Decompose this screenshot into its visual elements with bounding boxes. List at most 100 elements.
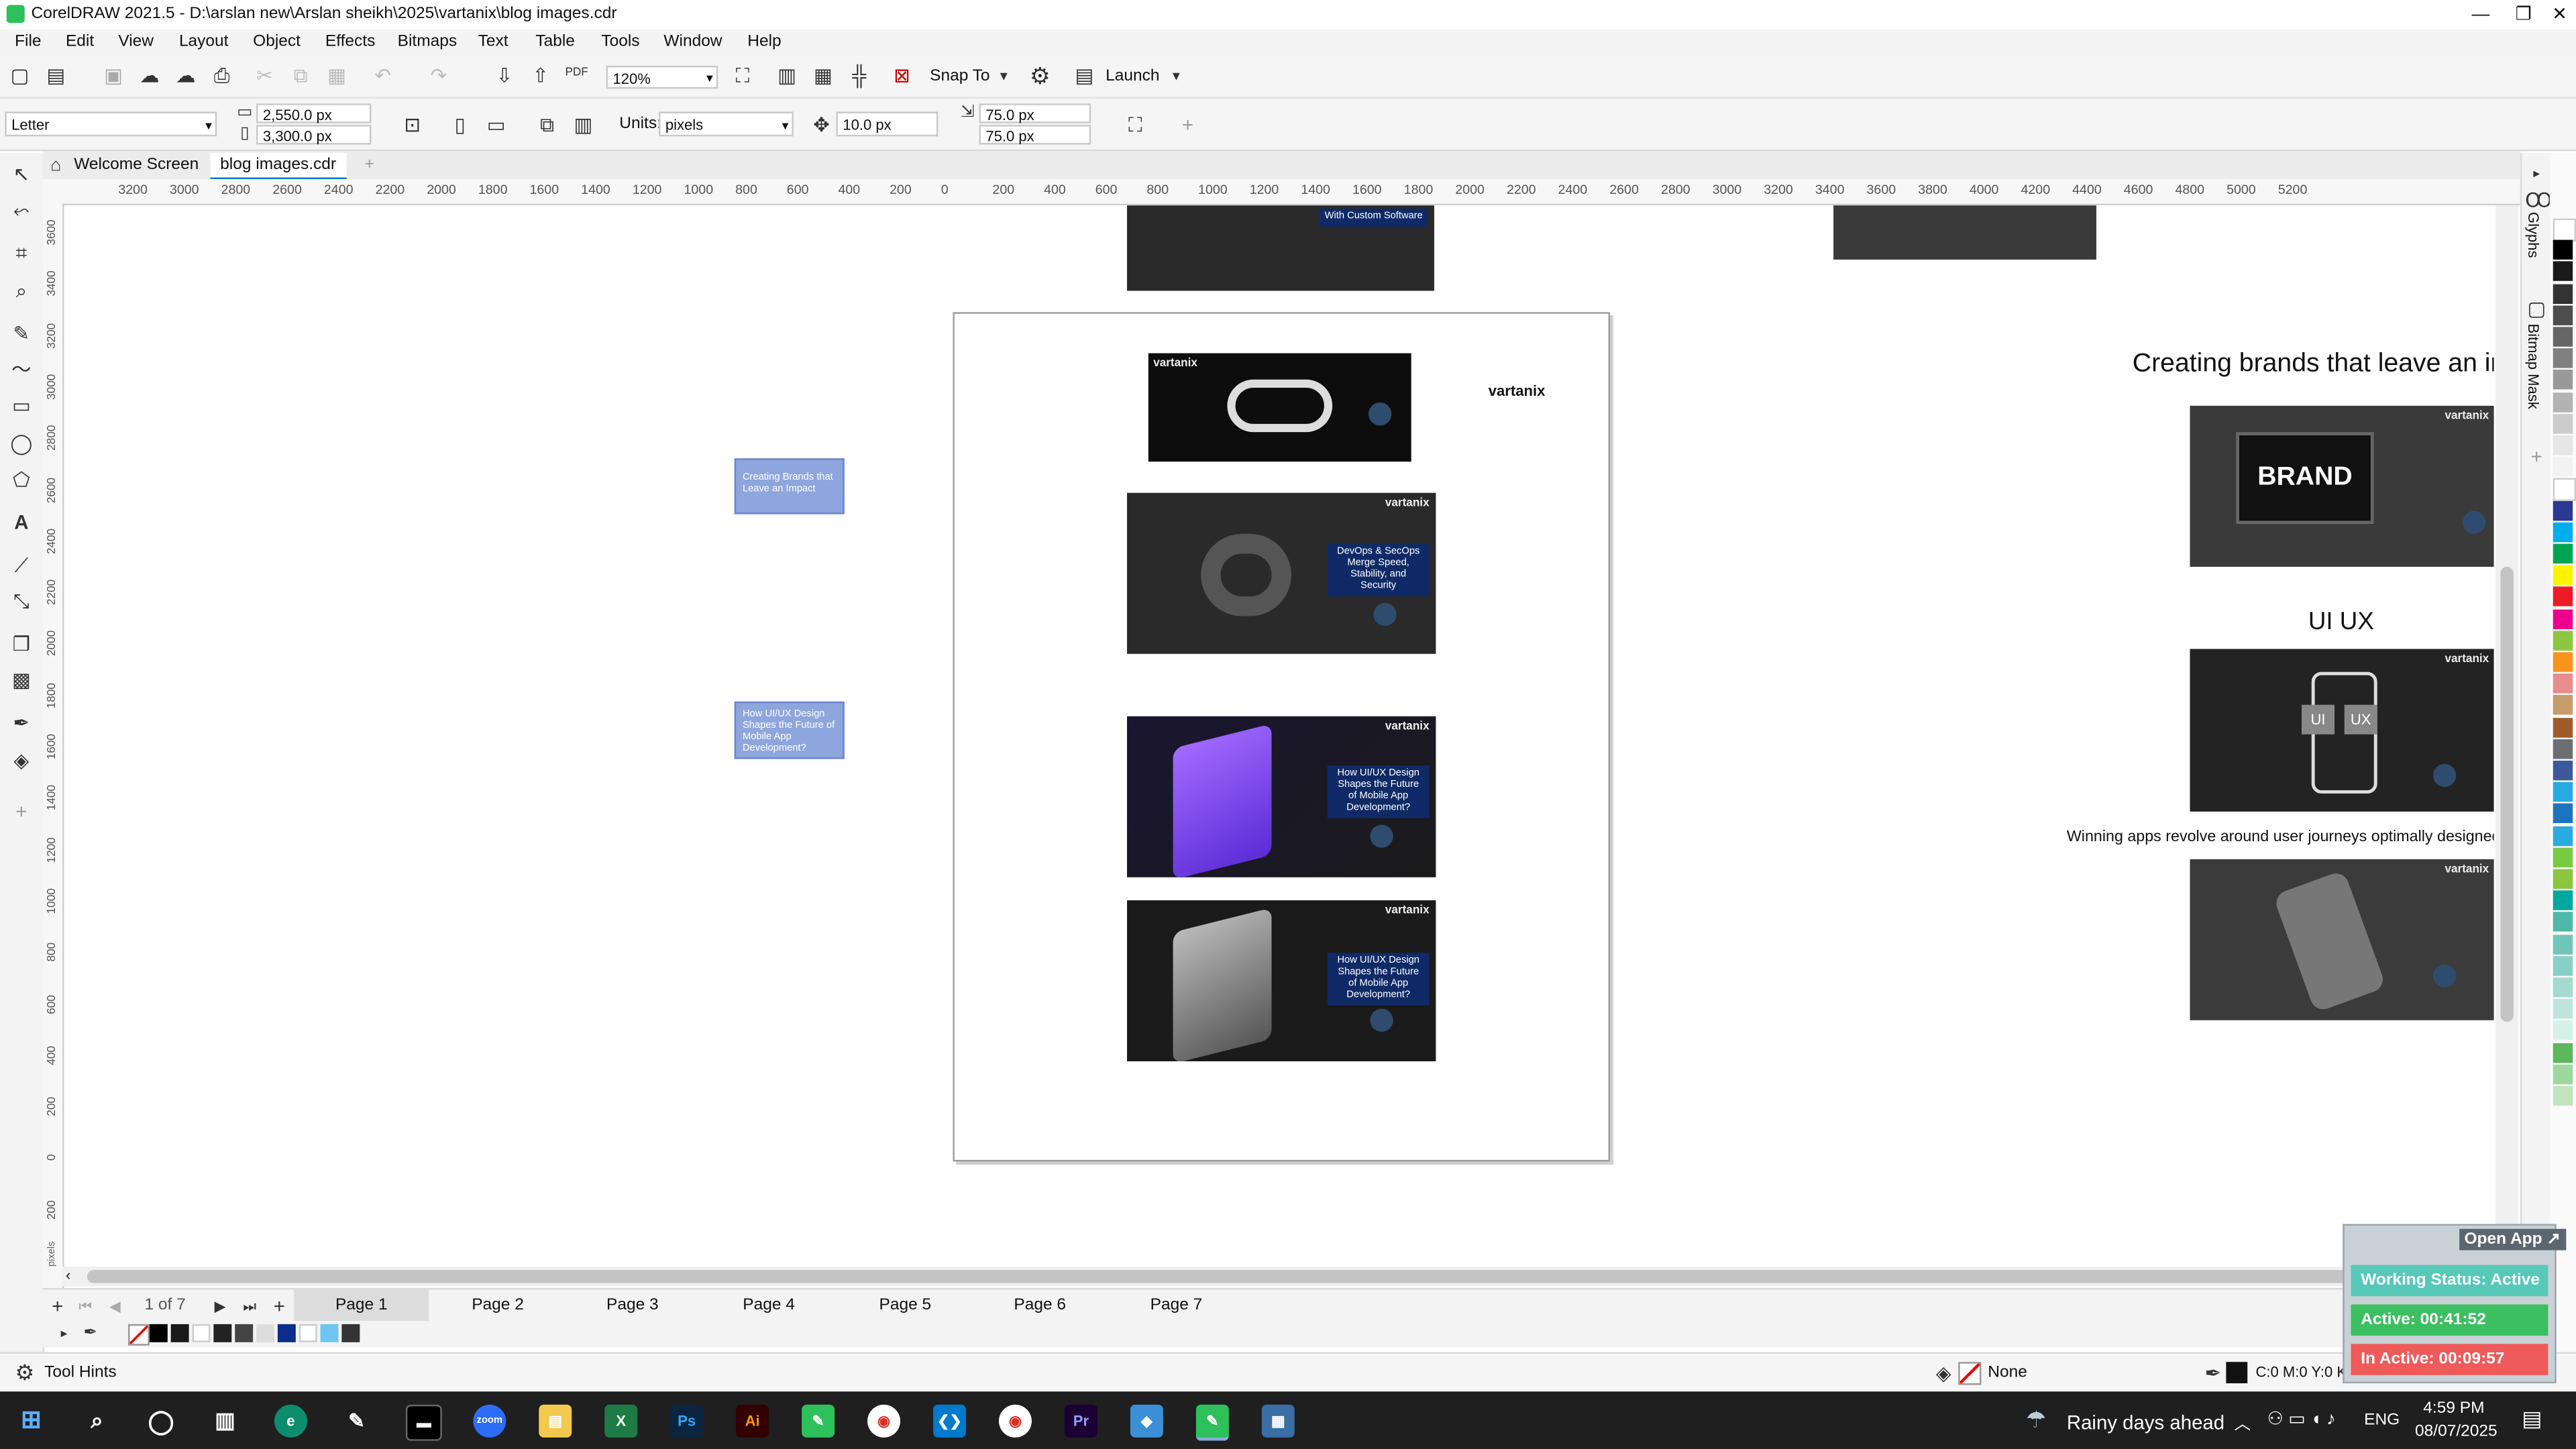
palette-swatch[interactable] <box>2553 435 2573 455</box>
illustrator-icon[interactable]: Ai <box>736 1404 769 1438</box>
show-guidelines-icon[interactable]: ╬ <box>848 64 871 87</box>
tool-hints-label[interactable]: Tool Hints <box>44 1364 117 1382</box>
tab-blog-images[interactable]: blog images.cdr <box>210 152 346 181</box>
ellipse-tool-icon[interactable]: ◯ <box>10 432 33 455</box>
cut-icon[interactable]: ✂ <box>253 64 276 87</box>
notifications-icon[interactable]: ▤ <box>2522 1406 2542 1432</box>
excel-icon[interactable]: X <box>604 1404 638 1438</box>
palette-swatch[interactable] <box>2553 1085 2573 1106</box>
vertical-scrollbar[interactable] <box>2496 205 2519 1267</box>
units-select[interactable]: pixels <box>659 111 794 138</box>
launch-icon[interactable]: ▤ <box>1073 64 1095 87</box>
page-width-input[interactable]: 2,550.0 px <box>256 103 372 123</box>
vertical-ruler[interactable]: 3600 3400 3200 3000 2800 2600 2400 2200 2000 1800… <box>42 203 64 1289</box>
launch-button[interactable]: Launch <box>1106 67 1159 85</box>
palette-swatch[interactable] <box>2553 370 2573 390</box>
bitmap-mask-tab[interactable]: Bitmap Mask <box>2525 323 2541 409</box>
page-image-infinity[interactable]: vartanix <box>1148 353 1411 462</box>
no-color-swatch[interactable] <box>128 1324 150 1346</box>
landscape-icon[interactable]: ▭ <box>484 113 507 136</box>
menu-file[interactable]: File <box>15 33 41 51</box>
app-image[interactable]: vartanix <box>2190 859 2494 1020</box>
zoom-icon[interactable]: zoom <box>473 1404 506 1438</box>
menu-view[interactable]: View <box>118 33 154 51</box>
zoom-tool-icon[interactable]: ⌕ <box>10 279 33 302</box>
terminal-icon[interactable]: ▬ <box>405 1404 442 1441</box>
menu-bitmaps[interactable]: Bitmaps <box>398 33 457 51</box>
palette-swatch[interactable] <box>2553 522 2573 542</box>
cloud-import-icon[interactable]: ☁ <box>138 64 161 87</box>
palette-swatch[interactable] <box>2553 457 2573 477</box>
palette-swatch[interactable] <box>2553 934 2573 954</box>
gear-icon[interactable]: ⚙ <box>1028 64 1051 87</box>
page-tab-4[interactable]: Page 4 <box>702 1289 837 1322</box>
palette-swatch[interactable] <box>2553 977 2573 998</box>
ruler-origin[interactable] <box>42 178 63 204</box>
glyphs-tab[interactable]: Glyphs <box>2525 212 2541 258</box>
redo-icon[interactable]: ↷ <box>427 64 450 87</box>
scroll-left-icon[interactable]: ‹ <box>66 1267 70 1283</box>
polygon-tool-icon[interactable]: ⬠ <box>10 468 33 491</box>
new-document-icon[interactable]: ▢ <box>8 64 31 87</box>
palette-swatch[interactable] <box>2553 283 2573 304</box>
palette-swatch[interactable] <box>2553 847 2573 867</box>
palette-swatch[interactable] <box>2553 1064 2573 1084</box>
clock-date[interactable]: 08/07/2025 <box>2415 1423 2498 1441</box>
doc-swatch[interactable] <box>256 1324 274 1342</box>
palette-swatch[interactable] <box>2553 327 2573 347</box>
open-folder-icon[interactable]: ▤ <box>44 64 67 87</box>
rectangle-tool-icon[interactable]: ▭ <box>10 394 33 417</box>
doc-swatch[interactable] <box>170 1324 189 1342</box>
new-tab-button[interactable]: + <box>355 153 384 178</box>
coreldraw-icon[interactable]: ✎ <box>802 1404 835 1438</box>
canvas-image-top[interactable]: With Custom Software <box>1127 205 1434 291</box>
page-image-uiux-color[interactable]: vartanix How UI/UX Design Shapes the Fut… <box>1127 716 1436 877</box>
color-palette[interactable] <box>2549 152 2576 1369</box>
canvas-image-top-right[interactable] <box>1833 205 2096 260</box>
show-grid-icon[interactable]: ▦ <box>812 64 835 87</box>
import-icon[interactable]: ⇩ <box>493 64 516 87</box>
palette-swatch[interactable] <box>2553 695 2573 716</box>
palette-swatch[interactable] <box>2553 652 2573 672</box>
page-image-uiux-mono[interactable]: vartanix How UI/UX Design Shapes the Fut… <box>1127 900 1436 1062</box>
coreldraw-active-icon[interactable]: ✎ <box>1195 1404 1229 1441</box>
premiere-icon[interactable]: Pr <box>1064 1404 1097 1438</box>
nudge-distance-input[interactable]: 10.0 px <box>836 111 938 137</box>
palette-swatch[interactable] <box>2553 739 2573 759</box>
vertical-scroll-thumb[interactable] <box>2500 566 2514 1022</box>
pen-app-icon[interactable]: ✎ <box>340 1405 373 1438</box>
doc-swatch[interactable] <box>235 1324 254 1342</box>
palette-swatch[interactable] <box>2553 608 2573 629</box>
doc-swatch[interactable] <box>299 1324 317 1342</box>
doc-swatch[interactable] <box>149 1324 168 1342</box>
copy-icon[interactable]: ⧉ <box>289 64 312 87</box>
treat-as-filled-icon[interactable]: ⛶ <box>1124 113 1146 136</box>
interactive-fill-icon[interactable]: ◈ <box>10 749 33 772</box>
menu-table[interactable]: Table <box>535 33 575 51</box>
print-icon[interactable]: ⎙ <box>210 64 233 87</box>
add-page-before-icon[interactable]: + <box>46 1295 69 1318</box>
page-size-select[interactable]: Letter <box>5 111 217 138</box>
brand-image[interactable]: vartanix BRAND <box>2190 405 2494 567</box>
palette-swatch[interactable] <box>2553 825 2573 846</box>
doc-swatch[interactable] <box>213 1324 232 1342</box>
search-icon[interactable]: ⌕ <box>80 1405 113 1438</box>
menu-object[interactable]: Object <box>253 33 301 51</box>
paste-icon[interactable]: ▦ <box>325 64 348 87</box>
edge-icon[interactable]: e <box>274 1404 307 1438</box>
weather-text[interactable]: Rainy days ahead <box>2067 1411 2224 1434</box>
duplicate-y-input[interactable]: 75.0 px <box>979 125 1091 145</box>
doc-swatch[interactable] <box>320 1324 339 1342</box>
palette-swatch[interactable] <box>2553 630 2573 651</box>
palette-swatch[interactable] <box>2553 717 2573 737</box>
palette-swatch[interactable] <box>2553 760 2573 781</box>
doc-swatch[interactable] <box>192 1324 211 1342</box>
app-diamond-icon[interactable]: ◆ <box>1130 1404 1163 1438</box>
zoom-level-select[interactable]: 120% <box>606 65 718 91</box>
menu-window[interactable]: Window <box>663 33 722 51</box>
shape-tool-icon[interactable]: ⬿ <box>10 199 33 221</box>
palette-swatch[interactable] <box>2553 240 2573 260</box>
open-app-button[interactable]: Open App ↗ <box>2459 1228 2566 1250</box>
apply-page-size-icon[interactable]: ⊡ <box>401 113 424 136</box>
add-icon[interactable]: + <box>1176 113 1199 136</box>
